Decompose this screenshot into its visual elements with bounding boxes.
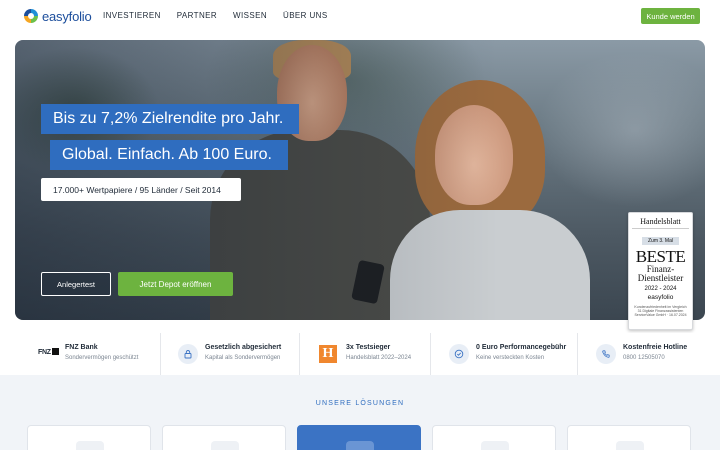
solution-card[interactable] (27, 425, 151, 450)
badge-subtitle-2: Dienstleister (637, 273, 684, 283)
trust-sub: Sondervermögen geschützt (65, 355, 139, 361)
depot-eroeffnen-button[interactable]: Jetzt Depot eröffnen (118, 272, 233, 296)
trust-sub: Handelsblatt 2022–2024 (346, 355, 412, 361)
logo-text: easyfolio (42, 8, 92, 24)
anlegertest-button[interactable]: Anlegertest (41, 272, 111, 296)
easyfolio-logo[interactable]: easyfolio (24, 8, 92, 24)
trust-sub: Keine versteckten Kosten (476, 355, 545, 361)
trust-title: Gesetzlich abgesichert (205, 344, 282, 351)
trust-title: 3x Testsieger (346, 344, 391, 351)
trust-item-performancegebuehr: 0 Euro Performancegebühr Keine versteckt… (449, 333, 575, 375)
trust-item-testsieger: H 3x Testsieger Handelsblatt 2022–2024 (319, 333, 429, 375)
solutions-section: UNSERE LÖSUNGEN (0, 375, 720, 450)
nav-investieren[interactable]: INVESTIEREN (103, 11, 161, 20)
nav-ueber-uns[interactable]: ÜBER UNS (283, 11, 328, 20)
hotline-number[interactable]: 0800 12505070 (623, 355, 665, 361)
trust-sub: Kapital als Sondervermögen (205, 355, 281, 361)
hero-subline: 17.000+ Wertpapiere / 95 Länder / Seit 2… (41, 178, 241, 201)
solution-card[interactable] (567, 425, 691, 450)
divider (577, 333, 578, 375)
nav-wissen[interactable]: WISSEN (233, 11, 267, 20)
main-nav: INVESTIEREN PARTNER WISSEN ÜBER UNS (103, 11, 344, 20)
solution-card-active[interactable] (297, 425, 421, 450)
trust-bar: FNZ FNZ Bank Sondervermögen geschützt Ge… (0, 333, 720, 375)
solutions-heading: UNSERE LÖSUNGEN (315, 400, 405, 407)
product-icon (616, 441, 644, 450)
logo-mark-icon (24, 9, 38, 23)
divider (430, 333, 431, 375)
trust-item-hotline[interactable]: Kostenfreie Hotline 0800 12505070 (596, 333, 706, 375)
lock-icon (178, 344, 198, 364)
product-icon (481, 441, 509, 450)
trust-title: Kostenfreie Hotline (623, 344, 688, 351)
phone-icon (596, 344, 616, 364)
trust-title: 0 Euro Performancegebühr (476, 344, 567, 351)
trust-item-gesetzlich: Gesetzlich abgesichert Kapital als Sonde… (178, 333, 300, 375)
badge-brand: easyfolio (647, 294, 674, 301)
badge-title: BESTE (635, 247, 686, 266)
kunde-werden-button[interactable]: Kunde werden (641, 8, 700, 24)
check-circle-icon (449, 344, 469, 364)
nav-partner[interactable]: PARTNER (177, 11, 217, 20)
hero-headline-1: Bis zu 7,2% Zielrendite pro Jahr. (41, 104, 299, 134)
hero-banner: Bis zu 7,2% Zielrendite pro Jahr. Global… (15, 40, 705, 320)
divider (299, 333, 300, 375)
hero-headline-2: Global. Einfach. Ab 100 Euro. (50, 140, 288, 170)
handelsblatt-award-badge: Handelsblatt Zum 3. Mal BESTE Finanz- Di… (628, 212, 693, 330)
badge-smallprint: Kundenzufriedenheit im Vergleich 31 Digi… (634, 305, 687, 317)
product-icon (76, 441, 104, 450)
product-icon (211, 441, 239, 450)
badge-years: 2022 - 2024 (644, 286, 677, 292)
badge-publication: Handelsblatt (632, 217, 689, 229)
site-header: easyfolio INVESTIEREN PARTNER WISSEN ÜBE… (0, 0, 720, 32)
handelsblatt-logo: H (319, 345, 337, 363)
product-icon (346, 441, 374, 450)
trust-item-fnz: FNZ FNZ Bank Sondervermögen geschützt (38, 333, 160, 375)
divider (160, 333, 161, 375)
fnz-logo: FNZ (38, 348, 59, 356)
trust-title: FNZ Bank (65, 344, 98, 351)
solution-card[interactable] (162, 425, 286, 450)
badge-date: Zum 3. Mal (641, 237, 679, 245)
solution-card[interactable] (432, 425, 556, 450)
